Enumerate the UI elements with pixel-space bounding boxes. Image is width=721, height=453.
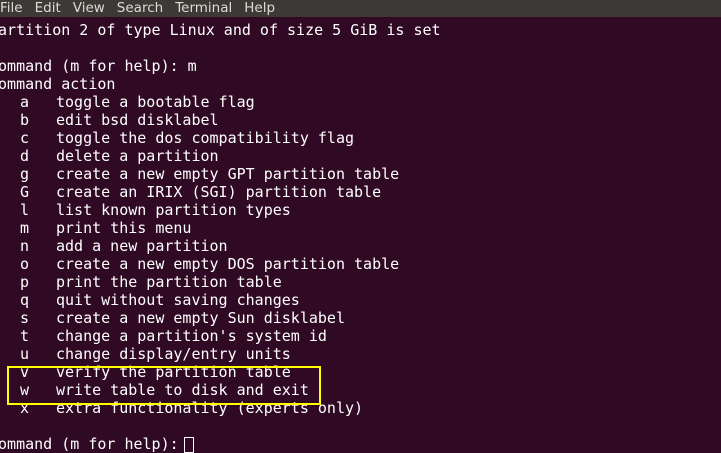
option-description: add a new partition xyxy=(56,237,228,255)
menu-option-n: n add a new partition xyxy=(0,237,721,255)
option-key: q xyxy=(20,291,30,309)
option-description: quit without saving changes xyxy=(56,291,300,309)
command-action-header: Command action xyxy=(0,75,116,93)
highlight-box xyxy=(7,366,321,405)
option-key: g xyxy=(20,165,30,183)
command-prompt-m: Command (m for help): m xyxy=(0,57,197,75)
menu-help[interactable]: Help xyxy=(240,0,279,17)
menu-option-t: t change a partition's system id xyxy=(0,327,721,345)
menu-option-q: q quit without saving changes xyxy=(0,291,721,309)
menu-option-p: p print the partition table xyxy=(0,273,721,291)
option-description: change display/entry units xyxy=(56,345,291,363)
option-key: b xyxy=(20,111,30,129)
option-description: toggle a bootable flag xyxy=(56,93,255,111)
menu-search[interactable]: Search xyxy=(113,0,167,17)
option-key: n xyxy=(20,237,30,255)
menu-option-m: m print this menu xyxy=(0,219,721,237)
menu-option-G: Gcreate an IRIX (SGI) partition table xyxy=(0,183,721,201)
command-prompt-input[interactable]: Command (m for help): xyxy=(0,435,721,453)
option-description: print this menu xyxy=(56,219,192,237)
option-key: c xyxy=(20,129,30,147)
option-key: l xyxy=(20,201,30,219)
option-description: create an IRIX (SGI) partition table xyxy=(56,183,382,201)
menu-edit[interactable]: Edit xyxy=(31,0,65,17)
menu-option-g: g create a new empty GPT partition table xyxy=(0,165,721,183)
option-key: d xyxy=(20,147,30,165)
option-key: t xyxy=(20,327,30,345)
menu-option-u: u change display/entry units xyxy=(0,345,721,363)
option-description: create a new empty DOS partition table xyxy=(56,255,400,273)
option-key: u xyxy=(20,345,30,363)
menu-option-s: s create a new empty Sun disklabel xyxy=(0,309,721,327)
prompt-text: Command (m for help): xyxy=(0,435,179,453)
menu-bar: File Edit View Search Terminal Help xyxy=(0,0,721,17)
menu-terminal[interactable]: Terminal xyxy=(171,0,236,17)
option-description: create a new empty GPT partition table xyxy=(56,165,400,183)
menu-option-o: o create a new empty DOS partition table xyxy=(0,255,721,273)
menu-option-c: c toggle the dos compatibility flag xyxy=(0,129,721,147)
option-description: create a new empty Sun disklabel xyxy=(56,309,345,327)
option-key: a xyxy=(20,93,30,111)
menu-view[interactable]: View xyxy=(69,0,109,17)
menu-file[interactable]: File xyxy=(0,0,27,17)
option-key: p xyxy=(20,273,30,291)
status-line: Partition 2 of type Linux and of size 5 … xyxy=(0,21,441,39)
option-description: toggle the dos compatibility flag xyxy=(56,129,355,147)
menu-option-d: d delete a partition xyxy=(0,147,721,165)
option-description: change a partition's system id xyxy=(56,327,327,345)
option-description: edit bsd disklabel xyxy=(56,111,219,129)
option-key: G xyxy=(20,183,30,201)
menu-option-a: a toggle a bootable flag xyxy=(0,93,721,111)
option-key: m xyxy=(20,219,30,237)
option-description: list known partition types xyxy=(56,201,291,219)
option-key: o xyxy=(20,255,30,273)
menu-option-l: l list known partition types xyxy=(0,201,721,219)
option-description: delete a partition xyxy=(56,147,219,165)
option-key: s xyxy=(20,309,30,327)
menu-option-b: b edit bsd disklabel xyxy=(0,111,721,129)
option-description: print the partition table xyxy=(56,273,282,291)
